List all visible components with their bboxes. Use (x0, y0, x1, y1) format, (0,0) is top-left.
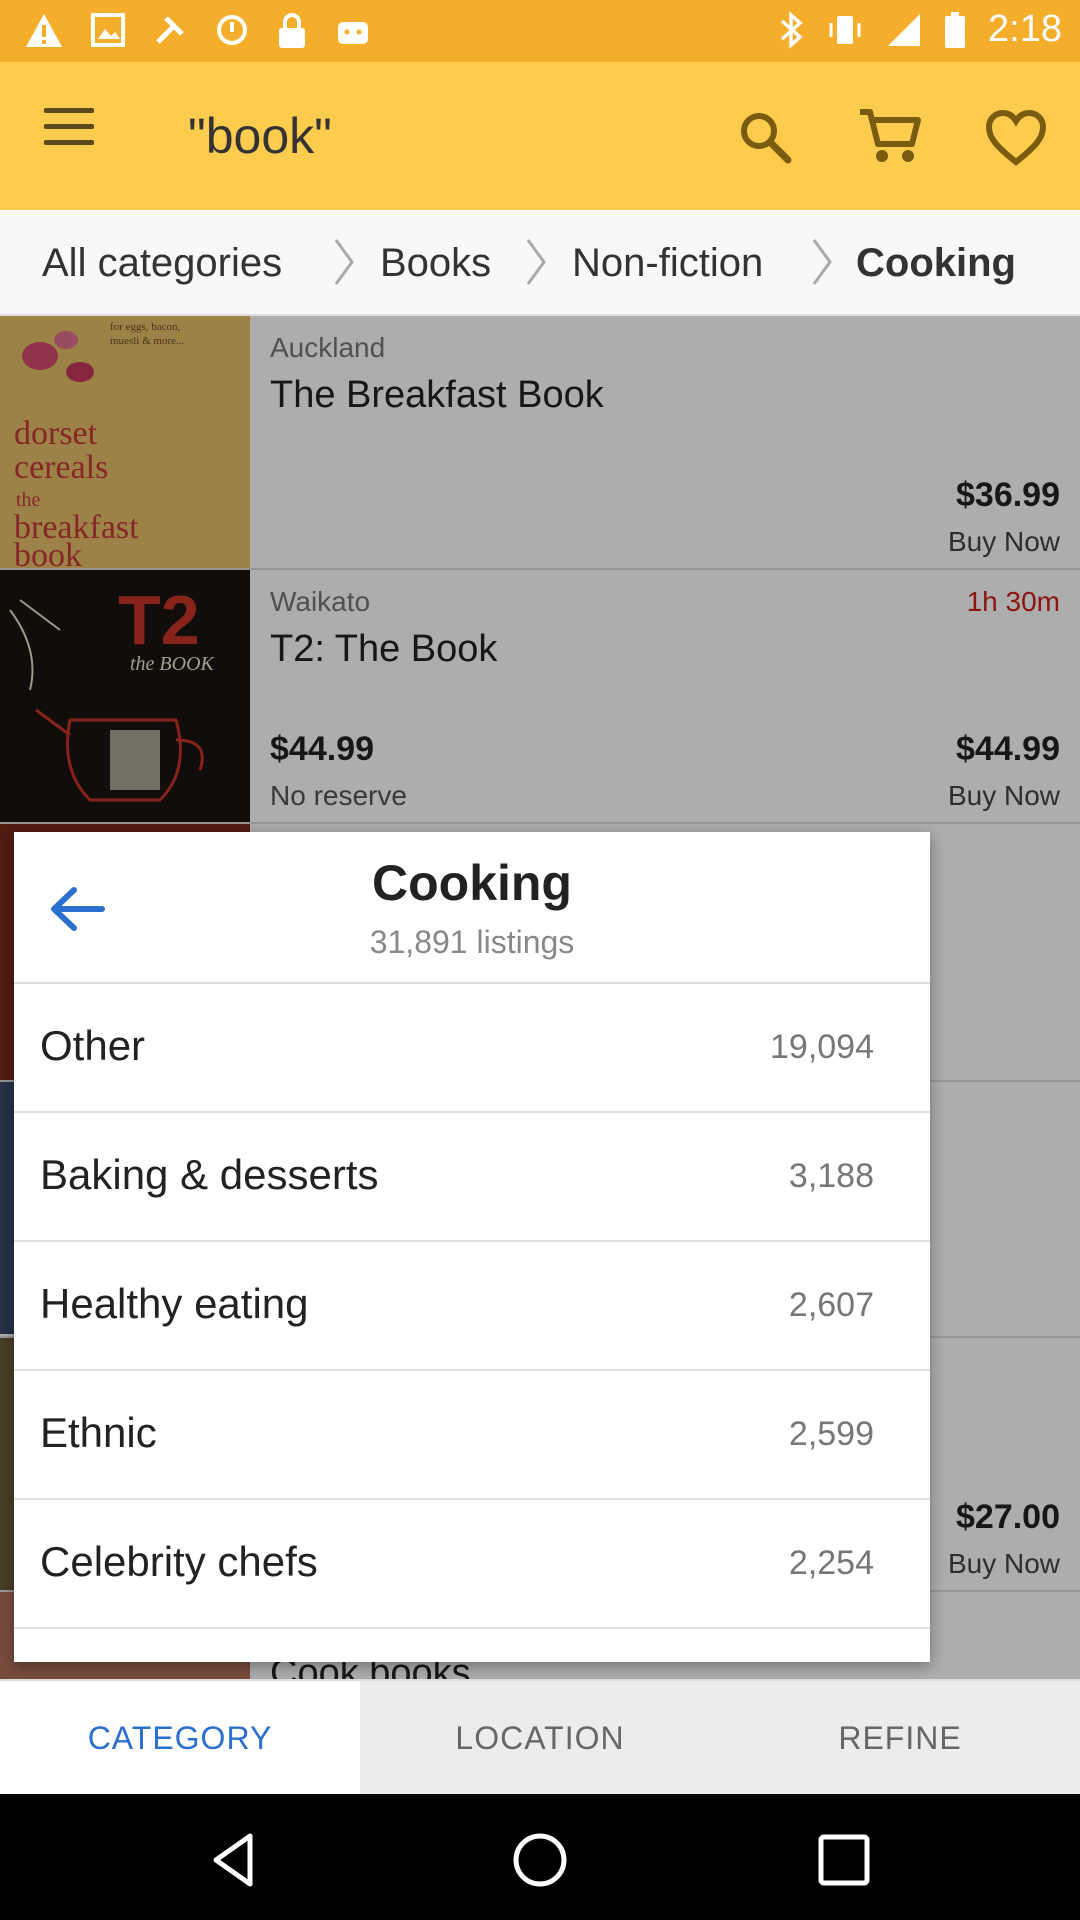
signal-icon (888, 13, 921, 46)
chevron-right-icon (334, 239, 354, 285)
category-name: Celebrity chefs (40, 1538, 318, 1585)
category-count: 2,254 (788, 1544, 874, 1582)
chevron-right-icon (812, 239, 832, 285)
search-query-title[interactable]: "book" (188, 106, 332, 166)
category-name: Other (40, 1022, 146, 1069)
category-count: 3,188 (788, 1157, 874, 1195)
breadcrumb: All categories Books Non-fiction Cooking (0, 210, 1080, 316)
category-row[interactable]: Baking & desserts 3,188 (14, 1113, 930, 1242)
bluetooth-icon (780, 10, 803, 49)
recents-nav-icon[interactable] (816, 1832, 872, 1888)
category-dialog: Cooking 31,891 listings Other 19,094 Bak… (14, 832, 930, 1662)
category-name: Baking & desserts (40, 1151, 379, 1198)
category-name: Healthy eating (40, 1280, 309, 1327)
search-icon[interactable] (738, 110, 792, 164)
tab-refine[interactable]: REFINE (720, 1681, 1080, 1796)
vibrate-icon (829, 15, 861, 44)
menu-icon[interactable] (44, 108, 98, 148)
image-icon (91, 13, 125, 47)
breadcrumb-books[interactable]: Books (380, 240, 491, 286)
breadcrumb-non-fiction[interactable]: Non-fiction (572, 240, 763, 286)
navigation-bar (0, 1794, 1080, 1920)
sync-icon (217, 15, 247, 45)
tools-icon (156, 16, 184, 44)
battery-icon (945, 11, 966, 48)
lock-icon (279, 13, 305, 48)
dialog-listing-count: 31,891 listings (369, 924, 575, 960)
back-nav-icon[interactable] (206, 1830, 266, 1890)
chevron-right-icon (526, 239, 546, 285)
category-count: 19,094 (770, 1028, 874, 1066)
android-icon (338, 22, 368, 44)
category-count: 2,607 (788, 1286, 874, 1324)
category-row[interactable]: Other 19,094 (14, 984, 930, 1113)
home-nav-icon[interactable] (510, 1830, 570, 1890)
breadcrumb-all-categories[interactable]: All categories (42, 240, 282, 286)
category-row[interactable]: Ethnic 2,599 (14, 1371, 930, 1500)
tab-location[interactable]: LOCATION (360, 1681, 720, 1796)
filter-tab-bar: CATEGORY LOCATION REFINE (0, 1679, 1080, 1796)
category-row[interactable]: Celebrity chefs 2,254 (14, 1500, 930, 1629)
dialog-title: Cooking (372, 855, 572, 911)
category-row[interactable]: Healthy eating 2,607 (14, 1242, 930, 1371)
status-bar: 2:18 (0, 0, 1080, 62)
status-time: 2:18 (988, 8, 1062, 50)
cart-icon[interactable] (858, 106, 922, 166)
favorite-icon[interactable] (986, 110, 1046, 166)
breadcrumb-cooking[interactable]: Cooking (856, 240, 1016, 286)
category-name: Ethnic (40, 1409, 157, 1456)
warning-icon (26, 14, 62, 47)
tab-category[interactable]: CATEGORY (0, 1681, 360, 1796)
category-count: 2,599 (788, 1415, 874, 1453)
